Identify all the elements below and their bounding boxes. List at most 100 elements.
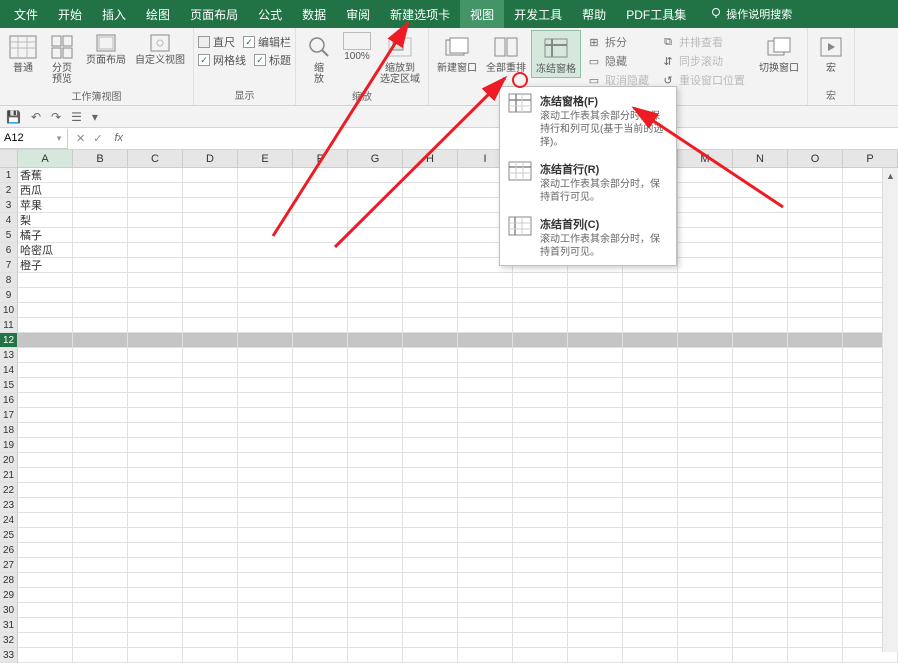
- cell[interactable]: [458, 408, 513, 423]
- cell[interactable]: [18, 558, 73, 573]
- cell[interactable]: [458, 603, 513, 618]
- cell[interactable]: [513, 513, 568, 528]
- row-header[interactable]: 32: [0, 633, 18, 648]
- cell[interactable]: [733, 183, 788, 198]
- cell[interactable]: [568, 273, 623, 288]
- cell[interactable]: [403, 363, 458, 378]
- cell[interactable]: [183, 513, 238, 528]
- cell[interactable]: [513, 423, 568, 438]
- dropdown-freeze-panes[interactable]: 冻结窗格(F) 滚动工作表其余部分时，保持行和列可见(基于当前的选择)。: [500, 87, 676, 155]
- cell[interactable]: [73, 603, 128, 618]
- cell[interactable]: [73, 228, 128, 243]
- cell[interactable]: [733, 483, 788, 498]
- btn-freeze-panes[interactable]: 冻结窗格: [531, 30, 581, 78]
- cell[interactable]: [73, 288, 128, 303]
- row-header[interactable]: 10: [0, 303, 18, 318]
- row-header[interactable]: 11: [0, 318, 18, 333]
- cell[interactable]: [238, 483, 293, 498]
- cell[interactable]: [568, 528, 623, 543]
- cell[interactable]: [733, 258, 788, 273]
- col-header[interactable]: M: [678, 150, 733, 168]
- cell[interactable]: [183, 558, 238, 573]
- cell[interactable]: [733, 618, 788, 633]
- btn-custom-view[interactable]: 自定义视图: [131, 30, 189, 87]
- cell[interactable]: [293, 423, 348, 438]
- cell[interactable]: [678, 543, 733, 558]
- cancel-icon[interactable]: ✕: [76, 132, 85, 145]
- cell[interactable]: [18, 393, 73, 408]
- cell[interactable]: [348, 243, 403, 258]
- check-formula-bar[interactable]: ✓编辑栏: [243, 34, 291, 50]
- cell[interactable]: [238, 273, 293, 288]
- cell[interactable]: [238, 318, 293, 333]
- row-header[interactable]: 25: [0, 528, 18, 543]
- cell[interactable]: [183, 303, 238, 318]
- btn-normal-view[interactable]: 普通: [4, 30, 42, 87]
- cell[interactable]: [73, 468, 128, 483]
- cell[interactable]: [733, 438, 788, 453]
- cell[interactable]: [128, 468, 183, 483]
- cell[interactable]: [183, 228, 238, 243]
- cell[interactable]: [788, 618, 843, 633]
- cell[interactable]: [788, 543, 843, 558]
- cell[interactable]: [733, 543, 788, 558]
- cell[interactable]: [788, 318, 843, 333]
- cell[interactable]: [403, 258, 458, 273]
- row-header[interactable]: 23: [0, 498, 18, 513]
- cell[interactable]: [733, 348, 788, 363]
- col-header[interactable]: O: [788, 150, 843, 168]
- cells-area[interactable]: 香蕉西瓜苹果梨橘子哈密瓜橙子: [18, 168, 898, 663]
- cell[interactable]: [128, 438, 183, 453]
- cell[interactable]: [788, 198, 843, 213]
- cell[interactable]: [128, 258, 183, 273]
- cell[interactable]: [293, 198, 348, 213]
- cell[interactable]: [128, 393, 183, 408]
- row-header[interactable]: 9: [0, 288, 18, 303]
- cell[interactable]: [568, 318, 623, 333]
- cell[interactable]: [788, 423, 843, 438]
- cell[interactable]: [733, 273, 788, 288]
- cell[interactable]: [128, 558, 183, 573]
- cell[interactable]: [733, 513, 788, 528]
- col-header[interactable]: C: [128, 150, 183, 168]
- vertical-scrollbar[interactable]: ▲: [882, 168, 898, 652]
- row-header[interactable]: 13: [0, 348, 18, 363]
- cell[interactable]: [458, 288, 513, 303]
- cell[interactable]: [238, 438, 293, 453]
- cell[interactable]: [403, 558, 458, 573]
- cell[interactable]: [293, 258, 348, 273]
- menu-page-layout[interactable]: 页面布局: [180, 0, 248, 28]
- qat-undo[interactable]: ↶: [31, 110, 41, 124]
- check-gridlines[interactable]: ✓网格线: [198, 52, 246, 68]
- cell[interactable]: [623, 588, 678, 603]
- cell[interactable]: [458, 348, 513, 363]
- col-header[interactable]: B: [73, 150, 128, 168]
- cell[interactable]: [458, 558, 513, 573]
- cell[interactable]: [403, 183, 458, 198]
- cell[interactable]: [293, 243, 348, 258]
- row-header[interactable]: 7: [0, 258, 18, 273]
- cell[interactable]: [788, 183, 843, 198]
- cell[interactable]: [73, 588, 128, 603]
- cell[interactable]: 香蕉: [18, 168, 73, 183]
- cell[interactable]: [623, 543, 678, 558]
- cell[interactable]: [458, 318, 513, 333]
- cell[interactable]: 苹果: [18, 198, 73, 213]
- cell[interactable]: [458, 273, 513, 288]
- cell[interactable]: [513, 273, 568, 288]
- cell[interactable]: [623, 453, 678, 468]
- cell[interactable]: [568, 288, 623, 303]
- cell[interactable]: [678, 438, 733, 453]
- cell[interactable]: [293, 363, 348, 378]
- cell[interactable]: [128, 513, 183, 528]
- cell[interactable]: [623, 648, 678, 663]
- cell[interactable]: [733, 588, 788, 603]
- cell[interactable]: [568, 498, 623, 513]
- cell[interactable]: [183, 648, 238, 663]
- menu-view[interactable]: 视图: [460, 0, 504, 28]
- row-header[interactable]: 2: [0, 183, 18, 198]
- cell[interactable]: [733, 243, 788, 258]
- cell[interactable]: [678, 303, 733, 318]
- cell[interactable]: [403, 543, 458, 558]
- cell[interactable]: [183, 273, 238, 288]
